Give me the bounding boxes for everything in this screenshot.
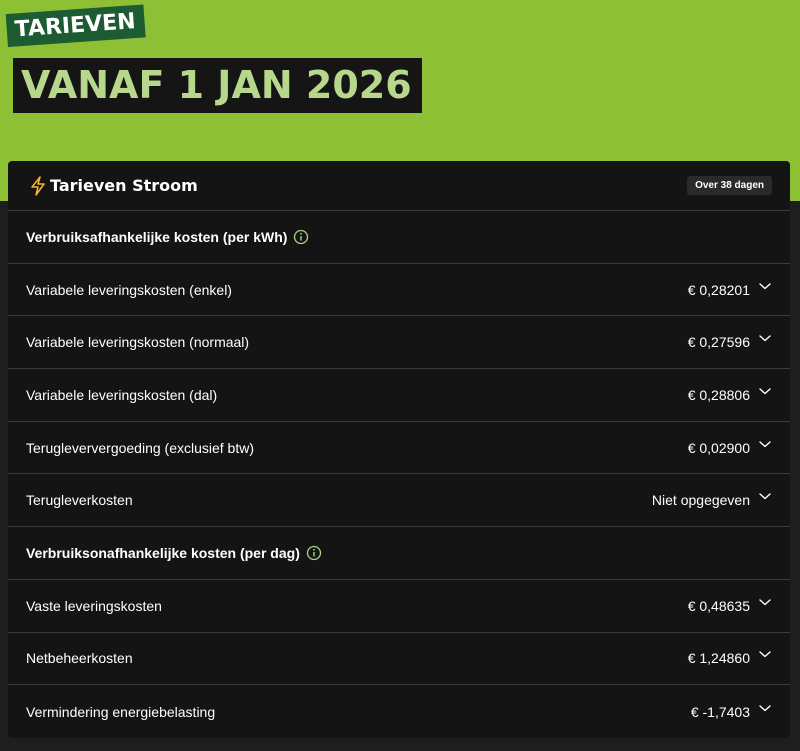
- info-icon[interactable]: [306, 545, 322, 561]
- tariff-row[interactable]: Netbeheerkosten € 1,24860: [8, 633, 790, 686]
- tariff-value: € 0,28201: [687, 281, 750, 298]
- tariff-row[interactable]: Variabele leveringskosten (dal) € 0,28806: [8, 369, 790, 422]
- tariff-value: € 0,27596: [687, 334, 750, 351]
- chevron-down-icon[interactable]: [758, 595, 772, 609]
- tariff-label: Vaste leveringskosten: [26, 597, 162, 614]
- tariff-value: € 1,24860: [687, 650, 750, 667]
- chevron-down-icon[interactable]: [758, 279, 772, 293]
- tariff-row[interactable]: Terugleverkosten Niet opgegeven: [8, 474, 790, 528]
- tariff-row[interactable]: Vermindering energiebelasting € -1,7403: [8, 685, 790, 738]
- tariff-label: Variabele leveringskosten (normaal): [26, 334, 250, 351]
- tariff-label: Netbeheerkosten: [26, 650, 133, 667]
- card-header: Tarieven Stroom Over 38 dagen: [8, 161, 790, 211]
- tariff-value: € 0,02900: [687, 439, 750, 456]
- chevron-down-icon[interactable]: [758, 437, 772, 451]
- tariff-label: Terugleververgoeding (exclusief btw): [26, 439, 254, 456]
- hero-tag: TARIEVEN: [5, 4, 146, 47]
- tariff-label: Vermindering energiebelasting: [26, 703, 216, 720]
- chevron-down-icon[interactable]: [758, 701, 772, 715]
- tariff-row[interactable]: Variabele leveringskosten (enkel) € 0,282…: [8, 264, 790, 317]
- tariff-value: € 0,48635: [687, 597, 750, 614]
- chevron-down-icon[interactable]: [758, 384, 772, 398]
- status-badge: Over 38 dagen: [687, 176, 772, 195]
- section-label: Verbruiksonafhankelijke kosten (per dag): [26, 545, 772, 561]
- section-header: Verbruiksafhankelijke kosten (per kWh): [8, 211, 790, 264]
- tariff-label: Terugleverkosten: [26, 492, 133, 509]
- tariff-label: Variabele leveringskosten (dal): [26, 386, 218, 403]
- chevron-down-icon[interactable]: [758, 489, 772, 503]
- tariff-list: Verbruiksafhankelijke kosten (per kWh) Va…: [8, 211, 790, 738]
- tariff-card: Tarieven Stroom Over 38 dagen Verbruiksa…: [8, 161, 790, 738]
- tariff-value: € 0,28806: [687, 386, 750, 403]
- tariff-value: Niet opgegeven: [651, 492, 750, 509]
- tariff-row[interactable]: Terugleververgoeding (exclusief btw) € 0,…: [8, 422, 790, 475]
- card-title: Tarieven Stroom: [50, 176, 198, 195]
- section-label: Verbruiksafhankelijke kosten (per kWh): [26, 229, 772, 245]
- section-header: Verbruiksonafhankelijke kosten (per dag): [8, 527, 790, 580]
- chevron-down-icon[interactable]: [758, 647, 772, 661]
- tariff-label: Variabele leveringskosten (enkel): [26, 281, 232, 298]
- lightning-bolt-icon: [30, 175, 46, 196]
- chevron-down-icon[interactable]: [758, 331, 772, 345]
- tariff-row[interactable]: Vaste leveringskosten € 0,48635: [8, 580, 790, 633]
- tariff-value: € -1,7403: [690, 703, 750, 720]
- section-title: Verbruiksonafhankelijke kosten (per dag): [26, 544, 300, 561]
- tariff-row[interactable]: Variabele leveringskosten (normaal) € 0,2…: [8, 316, 790, 370]
- section-title: Verbruiksafhankelijke kosten (per kWh): [26, 228, 288, 245]
- info-icon[interactable]: [293, 229, 309, 245]
- hero-title: VANAF 1 JAN 2026: [13, 58, 422, 113]
